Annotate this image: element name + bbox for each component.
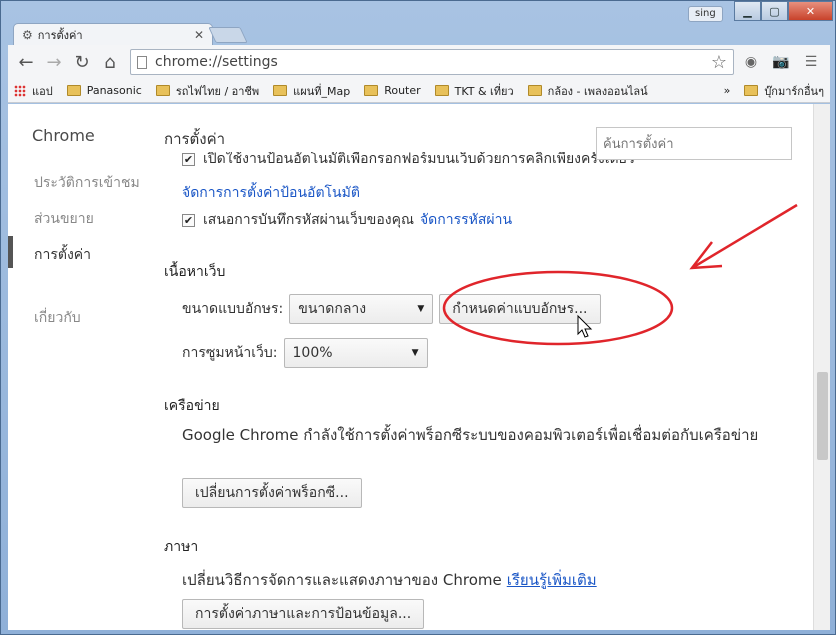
apps-grid-icon — [14, 84, 26, 97]
search-settings-input[interactable] — [596, 127, 792, 160]
chevron-down-icon: ▼ — [417, 304, 425, 314]
back-button[interactable]: ← — [14, 50, 38, 74]
folder-icon — [66, 85, 81, 96]
bookmark-label: Router — [384, 84, 421, 97]
bookmark-folder[interactable]: รถไฟไทย / อาชีพ — [155, 82, 260, 100]
page-title: การตั้งค่า — [164, 130, 226, 148]
user-badge[interactable]: sing — [688, 6, 723, 22]
customize-fonts-button[interactable]: กำหนดค่าแบบอักษร... — [439, 294, 601, 324]
reload-button[interactable]: ↻ — [70, 50, 94, 74]
forward-button[interactable]: → — [42, 50, 66, 74]
language-heading: ภาษา — [164, 539, 199, 555]
bookmarks-bar: แอป Panasonic รถไฟไทย / อาชีพ แผนที่_Map… — [8, 79, 830, 103]
bookmarks-overflow-button[interactable]: » — [724, 84, 731, 97]
scrollbar-thumb[interactable] — [817, 372, 828, 460]
maximize-button[interactable]: ▢ — [761, 1, 788, 21]
learn-more-link[interactable]: เรียนรู้เพิ่มเติม — [507, 568, 597, 592]
bookmark-label: กล้อง - เพลงออนไลน์ — [547, 84, 648, 98]
manage-autofill-link[interactable]: จัดการการตั้งค่าป้อนอัตโนมัติ — [182, 182, 360, 204]
zoom-select[interactable]: 100% ▼ — [283, 338, 428, 368]
autofill-text: เปิดใช้งานป้อนอัตโนมัติเพื่อกรอกฟอร์มบนเ… — [203, 152, 635, 166]
active-item-marker — [8, 236, 13, 268]
bookmark-folder[interactable]: Panasonic — [66, 84, 142, 97]
font-size-label: ขนาดแบบอักษร: — [182, 301, 284, 317]
folder-icon — [364, 85, 379, 96]
tab-strip: ⚙ การตั้งค่า ✕ sing ▁ ▢ ✕ — [1, 1, 836, 45]
bookmark-label: บุ๊กมาร์กอื่นๆ — [764, 84, 824, 98]
web-content-heading: เนื้อหาเว็บ — [164, 264, 226, 280]
save-password-checkbox[interactable]: ✔ — [182, 213, 195, 227]
language-settings-button[interactable]: การตั้งค่าภาษาและการป้อนข้อมูล... — [182, 599, 425, 629]
camera-extension-icon[interactable]: 📷 — [768, 50, 794, 74]
folder-icon — [434, 85, 449, 96]
close-tab-icon[interactable]: ✕ — [194, 28, 204, 42]
sidebar-item-history[interactable]: ประวัติการเข้าชม — [34, 172, 140, 194]
font-size-select[interactable]: ขนาดกลาง ▼ — [289, 294, 434, 324]
bookmark-star-icon[interactable]: ☆ — [711, 52, 727, 73]
chevron-down-icon: ▼ — [411, 348, 419, 358]
change-proxy-button[interactable]: เปลี่ยนการตั้งค่าพร็อกซี... — [182, 478, 362, 508]
bookmark-label: แผนที่_Map — [293, 84, 351, 98]
gear-icon: ⚙ — [22, 27, 33, 42]
bookmark-folder[interactable]: Router — [364, 84, 421, 97]
folder-icon — [527, 85, 542, 96]
settings-page: Chrome ประวัติการเข้าชม ส่วนขยาย การตั้ง… — [8, 104, 830, 630]
bookmark-apps[interactable]: แอป — [14, 82, 53, 100]
network-heading: เครือข่าย — [164, 398, 220, 414]
tab-settings[interactable]: ⚙ การตั้งค่า ✕ — [13, 23, 213, 45]
language-description: เปลี่ยนวิธีการจัดการและแสดงภาษาของ Chrom… — [182, 571, 502, 589]
sidebar-item-extensions[interactable]: ส่วนขยาย — [34, 208, 94, 230]
sidebar: Chrome ประวัติการเข้าชม ส่วนขยาย การตั้ง… — [8, 104, 148, 630]
toolbar: ← → ↻ ⌂ chrome://settings ☆ ◉ 📷 ☰ — [8, 45, 830, 79]
autofill-checkbox[interactable]: ✔ — [182, 152, 195, 166]
bookmark-label: รถไฟไทย / อาชีพ — [175, 84, 260, 98]
close-window-button[interactable]: ✕ — [788, 1, 833, 21]
scrollbar[interactable] — [813, 104, 830, 630]
sidebar-item-about[interactable]: เกี่ยวกับ — [34, 307, 81, 329]
other-bookmarks[interactable]: บุ๊กมาร์กอื่นๆ — [744, 82, 824, 100]
network-description: Google Chrome กำลังใช้การตั้งค่าพร็อกซีร… — [182, 426, 759, 444]
menu-icon[interactable]: ☰ — [798, 50, 824, 74]
new-tab-button[interactable] — [208, 27, 248, 43]
extension-icon[interactable]: ◉ — [738, 50, 764, 74]
address-bar[interactable]: chrome://settings ☆ — [130, 49, 734, 75]
folder-icon — [744, 85, 759, 96]
home-button[interactable]: ⌂ — [98, 50, 122, 74]
minimize-button[interactable]: ▁ — [734, 1, 761, 21]
tab-title: การตั้งค่า — [37, 28, 83, 42]
manage-passwords-link[interactable]: จัดการรหัสผ่าน — [420, 209, 512, 231]
save-password-text: เสนอการบันทึกรหัสผ่านเว็บของคุณ — [203, 212, 414, 228]
folder-icon — [155, 85, 170, 96]
bookmark-folder[interactable]: แผนที่_Map — [273, 82, 350, 100]
font-size-value: ขนาดกลาง — [298, 301, 367, 317]
sidebar-item-settings[interactable]: การตั้งค่า — [34, 244, 91, 266]
folder-icon — [273, 85, 288, 96]
bookmark-folder[interactable]: TKT & เที่ยว — [434, 82, 514, 100]
browser-window: ⚙ การตั้งค่า ✕ sing ▁ ▢ ✕ ← → ↻ ⌂ chrome… — [0, 0, 836, 635]
page-icon — [137, 55, 147, 69]
window-controls: ▁ ▢ ✕ — [734, 1, 833, 21]
bookmark-label: TKT & เที่ยว — [454, 84, 514, 98]
bookmark-label: แอป — [32, 84, 53, 98]
zoom-value: 100% — [292, 345, 333, 361]
zoom-label: การซูมหน้าเว็บ: — [182, 345, 278, 361]
sidebar-title: Chrome — [32, 126, 95, 145]
bookmark-label: Panasonic — [86, 84, 142, 97]
bookmark-folder[interactable]: กล้อง - เพลงออนไลน์ — [527, 82, 648, 100]
url-text[interactable]: chrome://settings — [155, 54, 711, 70]
